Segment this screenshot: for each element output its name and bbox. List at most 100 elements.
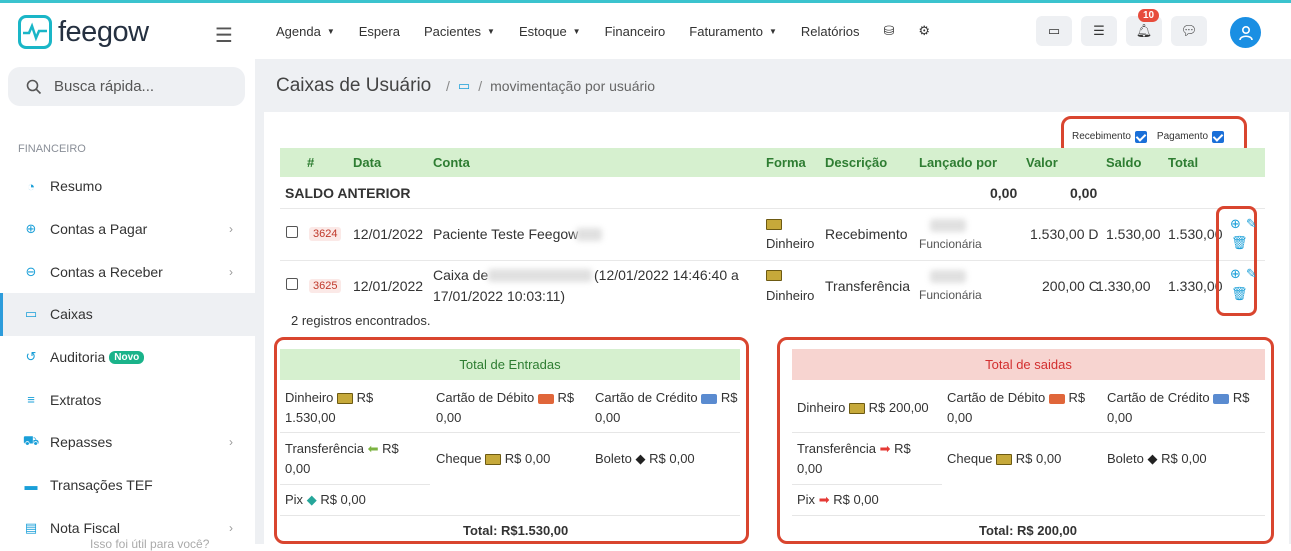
value: 0,00 bbox=[797, 461, 823, 476]
sidebar-item-extratos[interactable]: ≡ Extratos bbox=[0, 378, 255, 421]
money-icon bbox=[766, 270, 782, 281]
redacted-author bbox=[930, 270, 966, 283]
inbox-icon: ▭ bbox=[1047, 23, 1061, 38]
menu-estoque[interactable]: Estoque ▼ bbox=[519, 23, 581, 39]
value: R$ 0,00 bbox=[320, 492, 366, 507]
saidas-dinheiro: Dinheiro R$ 200,00 bbox=[797, 398, 947, 418]
saidas-debito: Cartão de Débito R$ 0,00 bbox=[947, 388, 1097, 428]
zoom-in-icon[interactable]: ⊕ bbox=[1230, 216, 1241, 232]
chat-button[interactable]: 💬︎ bbox=[1171, 16, 1207, 46]
chevron-right-icon: › bbox=[229, 520, 233, 535]
database-icon[interactable]: ⛁ bbox=[883, 23, 894, 39]
cheque-icon bbox=[485, 454, 502, 466]
sidebar: feegow ☰ FINANCEIRO ◔ Resumo ⊕ Contas a … bbox=[0, 3, 255, 544]
notification-count: 10 bbox=[1138, 9, 1160, 22]
saidas-pix: Pix ➡ R$ 0,00 bbox=[797, 490, 937, 510]
brand-logo[interactable]: feegow bbox=[18, 15, 149, 49]
value: R$ 0,00 bbox=[1161, 451, 1207, 466]
caret-down-icon: ▼ bbox=[769, 26, 777, 36]
label: Boleto bbox=[1107, 451, 1144, 466]
notifications-button[interactable]: 🔔︎ 10 bbox=[1126, 9, 1162, 46]
label: Pix bbox=[797, 492, 816, 507]
sidebar-item-caixas[interactable]: ▭ Caixas bbox=[0, 293, 255, 336]
breadcrumb-separator: / bbox=[478, 78, 483, 94]
chevron-right-icon: › bbox=[229, 435, 233, 450]
sidebar-item-resumo[interactable]: ◔ Resumo bbox=[0, 165, 255, 208]
record-id-badge[interactable]: 3624 bbox=[309, 227, 342, 241]
quick-search[interactable] bbox=[8, 67, 245, 106]
user-avatar[interactable] bbox=[1230, 17, 1261, 48]
value: R$ 0,00 bbox=[1015, 451, 1062, 466]
inbox-button[interactable]: ▭ bbox=[1036, 16, 1072, 46]
entradas-debito: Cartão de Débito R$ 0,00 bbox=[436, 388, 586, 428]
col-header-method: Forma bbox=[766, 155, 806, 170]
record-id-badge[interactable]: 3625 bbox=[309, 279, 342, 293]
currency: R$ bbox=[1232, 390, 1250, 405]
entradas-header: Total de Entradas bbox=[280, 349, 740, 380]
settings-icon[interactable]: ⚙ bbox=[918, 23, 930, 39]
zoom-in-icon[interactable]: ⊕ bbox=[1230, 266, 1241, 282]
menu-pacientes[interactable]: Pacientes ▼ bbox=[424, 23, 495, 39]
chevron-right-icon: › bbox=[229, 264, 233, 279]
sidebar-item-repasses[interactable]: ⛟ Repasses › bbox=[0, 421, 255, 464]
sidebar-item-contas-a-receber[interactable]: ⊖ Contas a Receber › bbox=[0, 250, 255, 293]
menu-agenda[interactable]: Agenda ▼ bbox=[276, 23, 335, 39]
list-icon: ≡ bbox=[27, 392, 35, 408]
value: 0,00 bbox=[285, 461, 311, 476]
inbox-icon: ▭ bbox=[457, 78, 471, 93]
chat-icon: 💬︎ bbox=[1180, 23, 1198, 38]
trash-icon[interactable]: 🗑︎ bbox=[1231, 286, 1248, 302]
menu-faturamento[interactable]: Faturamento ▼ bbox=[689, 23, 777, 39]
payment-checkbox[interactable] bbox=[1212, 130, 1225, 143]
row-checkbox[interactable] bbox=[286, 278, 298, 290]
row-account-suffix: (12/01/2022 14:46:40 a bbox=[594, 267, 739, 283]
top-actions: ▭ ☰ 🔔︎ 10 💬︎ bbox=[1036, 9, 1216, 46]
caret-down-icon: ▼ bbox=[326, 26, 335, 36]
value: R$ 0,00 bbox=[649, 451, 695, 466]
hamburger-menu-icon[interactable]: ☰ bbox=[215, 23, 233, 48]
row-account[interactable]: Paciente Teste Feegow bbox=[433, 226, 578, 242]
truck-icon: ⛟ bbox=[22, 433, 40, 449]
receipt-checkbox[interactable] bbox=[1134, 130, 1147, 143]
menu-financeiro[interactable]: Financeiro bbox=[605, 23, 666, 39]
sidebar-item-transacoes-tef[interactable]: ▬ Transações TEF bbox=[0, 464, 255, 507]
menu-label: Relatórios bbox=[800, 23, 860, 39]
row-balance: 1.330,00 bbox=[1096, 278, 1151, 294]
row-total: 1.330,00 bbox=[1168, 278, 1223, 294]
row-date: 12/01/2022 bbox=[353, 278, 424, 294]
page-title: Caixas de Usuário bbox=[276, 75, 432, 96]
sidebar-item-label: Nota Fiscal bbox=[50, 519, 121, 536]
menu-label: Faturamento bbox=[689, 23, 763, 39]
currency: R$ bbox=[1068, 390, 1086, 405]
barcode-icon: ◆ bbox=[635, 451, 646, 466]
menu-relatorios[interactable]: Relatórios bbox=[801, 23, 860, 39]
row-author-role: Funcionária bbox=[919, 288, 982, 302]
breadcrumb-separator: / bbox=[446, 78, 450, 94]
saidas-header: Total de saidas bbox=[792, 349, 1265, 380]
arrow-up-circle-icon: ⊕ bbox=[25, 221, 37, 237]
barcode-icon: ◆ bbox=[1147, 451, 1158, 466]
paperclip-icon[interactable]: ✎ bbox=[1246, 266, 1257, 282]
debit-card-icon bbox=[537, 393, 554, 404]
label: Transferência bbox=[797, 441, 876, 456]
caret-down-icon: ▼ bbox=[487, 26, 495, 36]
tasks-button[interactable]: ☰ bbox=[1081, 16, 1117, 46]
divider bbox=[280, 484, 430, 485]
menu-label: Agenda bbox=[276, 23, 321, 39]
search-input[interactable] bbox=[54, 78, 234, 95]
label: Cheque bbox=[436, 451, 482, 466]
paperclip-icon[interactable]: ✎ bbox=[1246, 216, 1257, 232]
sidebar-item-auditoria[interactable]: ↺ Auditoria Novo bbox=[0, 336, 255, 379]
entradas-dinheiro: Dinheiro R$ 1.530,00 bbox=[285, 388, 425, 428]
divider bbox=[792, 432, 1265, 433]
credit-card-icon bbox=[701, 393, 718, 404]
saidas-credito: Cartão de Crédito R$ 0,00 bbox=[1107, 388, 1267, 428]
caret-down-icon: ▼ bbox=[572, 26, 581, 36]
label: Transferência bbox=[285, 441, 364, 456]
trash-icon[interactable]: 🗑︎ bbox=[1231, 235, 1248, 251]
menu-espera[interactable]: Espera bbox=[359, 23, 400, 39]
search-icon bbox=[26, 79, 42, 94]
sidebar-item-contas-a-pagar[interactable]: ⊕ Contas a Pagar › bbox=[0, 208, 255, 251]
label: Dinheiro bbox=[797, 400, 846, 415]
row-checkbox[interactable] bbox=[286, 226, 298, 238]
